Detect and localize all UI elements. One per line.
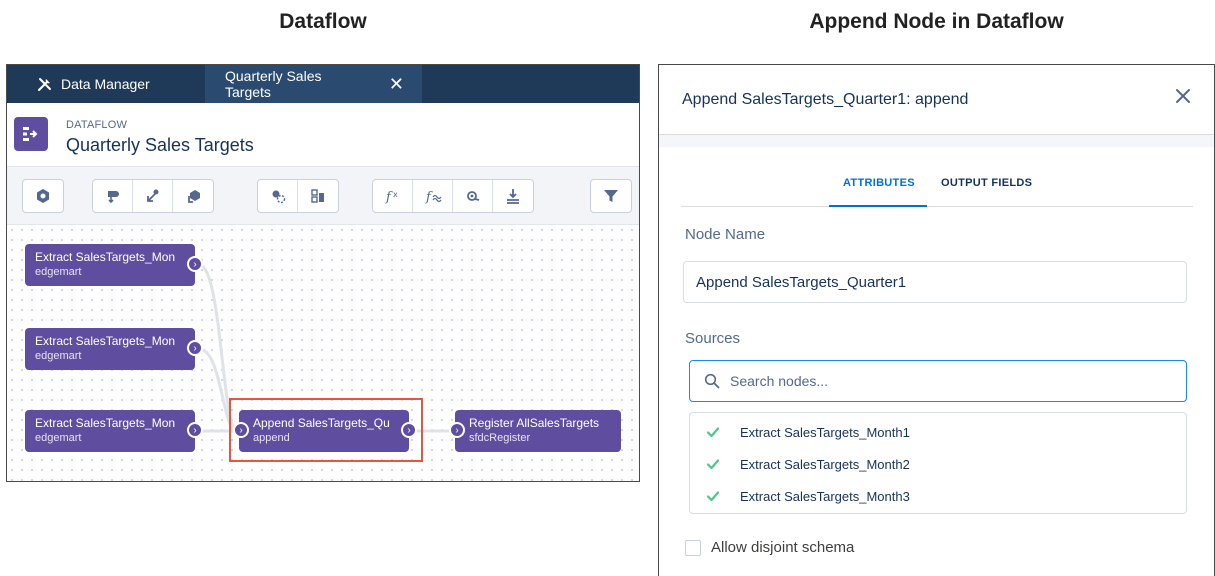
toolbar-group-dataset [22,179,64,213]
svg-text:f: f [425,190,433,205]
compute-expression-button[interactable]: f x [373,180,413,212]
source-label: Extract SalesTargets_Month1 [740,424,910,440]
tab-quarterly-sales-targets[interactable]: Quarterly Sales Targets ✕ [205,65,422,103]
node-title: Extract SalesTargets_Mon [35,416,176,430]
dataset-builder-icon [37,189,49,203]
augment-icon [311,189,324,203]
source-label: Extract SalesTargets_Month3 [740,488,910,504]
node-name-input[interactable] [683,261,1187,303]
close-icon[interactable]: ✕ [389,75,404,93]
active-tab-indicator [829,205,927,207]
dataflow-kicker: DATAFLOW [66,119,128,131]
filter-icon [604,190,618,202]
node-output-port[interactable]: › [187,340,203,356]
list-item[interactable]: Extract SalesTargets_Month2 [690,448,1186,480]
node-type: edgemart [35,432,82,444]
node-output-port[interactable]: › [401,422,417,438]
tab-quarterly-sales-targets-label: Quarterly Sales Targets [225,68,322,100]
tab-data-manager[interactable]: Data Manager [7,65,205,103]
dataflow-canvas[interactable]: Extract SalesTargets_Mon edgemart › Extr… [7,225,639,481]
dataflow-node-extract-month3[interactable]: Extract SalesTargets_Mon edgemart [25,410,195,452]
close-icon[interactable] [1172,85,1194,107]
node-title: Register AllSalesTargets [469,416,600,430]
panel-header: Append SalesTargets_Quarter1: append [659,65,1214,135]
append-node-caption: Append Node in Dataflow [809,10,1064,33]
tab-baseline [681,206,1193,207]
compute-relative-icon: f [425,190,441,205]
toolbar-group-combine [257,179,339,213]
digest-button[interactable] [133,180,173,212]
sources-list: Extract SalesTargets_Month1 Extract Sale… [689,412,1187,514]
node-title: Append SalesTargets_Qu [253,416,390,430]
node-toolbar: f x f [7,167,639,225]
append-node-panel: Append SalesTargets_Quarter1: append ATT… [658,64,1215,576]
dataflow-node-register[interactable]: Register AllSalesTargets sfdcRegister [455,410,621,452]
sfdc-digest-button[interactable] [93,180,133,212]
dataset-builder-button[interactable] [23,180,63,212]
node-name-label: Node Name [685,226,766,243]
toolbar-group-transform: f x f [372,179,534,213]
node-output-port[interactable]: › [187,256,203,272]
panel-header-band [659,135,1214,147]
list-item[interactable]: Extract SalesTargets_Month1 [690,416,1186,448]
svg-text:f: f [385,190,393,205]
dataflow-icon [14,117,48,151]
node-title: Extract SalesTargets_Mon [35,250,176,264]
dataflow-header: DATAFLOW Quarterly Sales Targets [7,103,639,167]
toolbar-group-filter [590,179,632,213]
allow-disjoint-schema-label: Allow disjoint schema [711,539,855,556]
tab-data-manager-label: Data Manager [61,76,150,92]
check-icon [706,427,720,438]
tab-output-fields[interactable]: OUTPUT FIELDS [941,177,1032,189]
panel-title: Append SalesTargets_Quarter1: append [682,91,969,108]
tab-attributes[interactable]: ATTRIBUTES [843,177,915,189]
node-input-port[interactable]: › [233,422,249,438]
dataflow-caption: Dataflow [279,10,367,33]
register-icon [507,189,519,204]
node-type: edgemart [35,350,82,362]
compute-relative-button[interactable]: f [413,180,453,212]
tools-icon [38,78,51,91]
svg-text:x: x [393,190,398,199]
dataflow-node-append[interactable]: Append SalesTargets_Qu append [239,410,409,452]
panel-tabs: ATTRIBUTES OUTPUT FIELDS [659,177,1214,207]
source-label: Extract SalesTargets_Month2 [740,456,910,472]
edgemart-icon [188,190,200,203]
dataflow-editor: Data Manager Quarterly Sales Targets ✕ D… [6,64,640,482]
check-icon [706,459,720,470]
node-output-port[interactable]: › [187,422,203,438]
flatten-button[interactable] [453,180,493,212]
node-type: append [253,432,290,444]
node-type: edgemart [35,266,82,278]
search-input[interactable] [730,362,1170,400]
compute-expression-icon: f x [385,190,398,205]
append-icon [272,190,285,204]
append-button[interactable] [258,180,298,212]
filter-button[interactable] [591,180,631,212]
node-title: Extract SalesTargets_Mon [35,334,176,348]
list-item[interactable]: Extract SalesTargets_Month3 [690,480,1186,512]
digest-icon [146,189,158,202]
flatten-icon [466,191,479,201]
app-tab-bar: Data Manager Quarterly Sales Targets ✕ [7,65,639,103]
allow-disjoint-schema-option[interactable]: Allow disjoint schema [685,539,854,556]
dataflow-node-extract-month2[interactable]: Extract SalesTargets_Mon edgemart [25,328,195,370]
register-button[interactable] [493,180,533,212]
sfdc-digest-icon [107,191,119,204]
edgemart-button[interactable] [173,180,213,212]
toolbar-group-extract [92,179,214,213]
allow-disjoint-schema-checkbox[interactable] [685,539,701,556]
check-icon [706,491,720,502]
sources-label: Sources [685,330,741,347]
node-input-port[interactable]: › [449,422,465,438]
node-type: sfdcRegister [469,432,531,444]
augment-button[interactable] [298,180,338,212]
dataflow-node-extract-month1[interactable]: Extract SalesTargets_Mon edgemart [25,244,195,286]
page-title: Quarterly Sales Targets [66,135,254,155]
search-icon [704,373,720,389]
source-search-box[interactable] [689,360,1187,402]
